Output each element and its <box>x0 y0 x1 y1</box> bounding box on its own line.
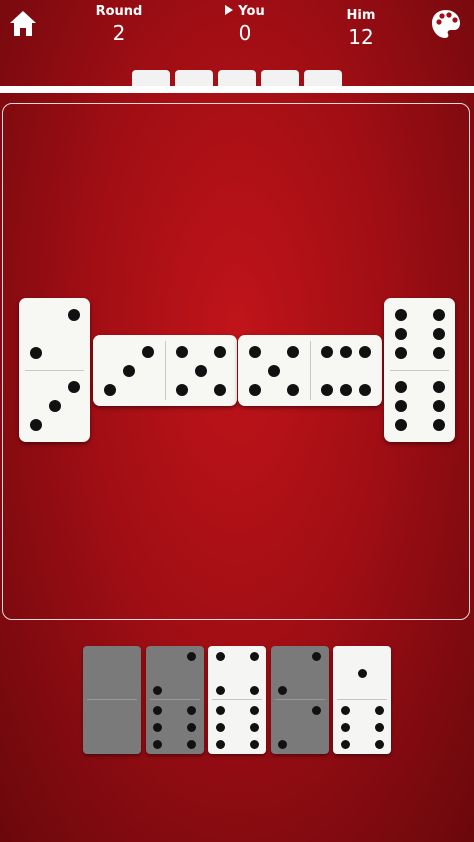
pip <box>394 419 407 431</box>
domino-divider <box>390 370 449 371</box>
hand-domino[interactable] <box>208 646 266 754</box>
pip <box>432 347 445 359</box>
round-value: 2 <box>112 21 126 45</box>
pip <box>359 383 371 396</box>
round-indicator: Round 2 <box>88 4 150 45</box>
pip <box>249 705 259 715</box>
pip <box>394 309 407 321</box>
pip <box>394 400 407 412</box>
pip <box>214 383 226 396</box>
home-button[interactable] <box>8 8 38 38</box>
pip <box>321 383 333 396</box>
pip <box>249 739 259 749</box>
pip <box>215 739 225 749</box>
pip <box>187 722 196 732</box>
domino-divider <box>212 699 262 700</box>
pip <box>249 722 259 732</box>
player-score-value: 0 <box>238 21 252 45</box>
pip <box>142 345 154 358</box>
palette-icon <box>432 10 460 38</box>
pip <box>268 364 280 377</box>
pip <box>432 419 445 431</box>
pip <box>153 685 162 695</box>
pip <box>374 739 384 749</box>
board-domino <box>19 298 90 442</box>
pip <box>48 400 61 412</box>
opponent-score-value: 12 <box>348 25 374 49</box>
pip <box>359 345 371 358</box>
pip <box>187 739 196 749</box>
pip <box>287 345 299 358</box>
pip <box>394 328 407 340</box>
pip <box>432 309 445 321</box>
turn-indicator-icon <box>225 5 234 15</box>
pip <box>312 651 321 661</box>
pip <box>214 345 226 358</box>
pip <box>312 705 321 715</box>
domino-divider <box>274 699 325 700</box>
player-score: You 0 <box>212 4 278 45</box>
pip <box>195 364 207 377</box>
pip <box>357 668 367 678</box>
domino-divider <box>337 699 387 700</box>
pip <box>394 347 407 359</box>
hand-domino[interactable] <box>270 646 329 754</box>
pip <box>340 705 350 715</box>
pip <box>104 383 116 396</box>
domino-divider <box>165 341 166 400</box>
pip <box>215 722 225 732</box>
domino-divider <box>25 370 84 371</box>
pip <box>215 705 225 715</box>
pip <box>123 364 135 377</box>
pip <box>249 685 259 695</box>
pip <box>176 383 188 396</box>
pip <box>394 381 407 393</box>
pip <box>278 739 287 749</box>
pip <box>374 705 384 715</box>
pip <box>432 381 445 393</box>
board-domino <box>238 335 382 406</box>
pip <box>67 381 80 393</box>
pip <box>67 309 80 321</box>
hand-domino[interactable] <box>83 646 141 754</box>
home-icon <box>10 11 36 36</box>
opponent-label: Him <box>346 8 376 23</box>
pip <box>278 685 287 695</box>
pip <box>153 722 162 732</box>
opponent-score: Him 12 <box>330 4 392 49</box>
domino-divider <box>149 699 200 700</box>
pip <box>215 685 225 695</box>
theme-button[interactable] <box>430 8 462 40</box>
pip <box>215 651 225 661</box>
pip <box>432 328 445 340</box>
pip <box>374 722 384 732</box>
round-label: Round <box>95 4 143 19</box>
pip <box>249 383 261 396</box>
pip <box>249 345 261 358</box>
pip <box>29 419 42 431</box>
board-domino <box>384 298 455 442</box>
pip <box>340 345 352 358</box>
pip <box>176 345 188 358</box>
pip <box>340 739 350 749</box>
pip <box>153 739 162 749</box>
pip <box>249 651 259 661</box>
player-label: You <box>238 4 265 19</box>
pip <box>287 383 299 396</box>
pip <box>29 347 42 359</box>
hand-domino[interactable] <box>145 646 204 754</box>
pip <box>432 400 445 412</box>
pip <box>340 383 352 396</box>
header-divider <box>0 86 474 93</box>
pip <box>187 651 196 661</box>
pip <box>187 705 196 715</box>
domino-divider <box>87 699 137 700</box>
domino-divider <box>310 341 311 400</box>
hand-domino[interactable] <box>333 646 391 754</box>
pip <box>340 722 350 732</box>
board-domino <box>93 335 237 406</box>
pip <box>321 345 333 358</box>
pip <box>153 705 162 715</box>
